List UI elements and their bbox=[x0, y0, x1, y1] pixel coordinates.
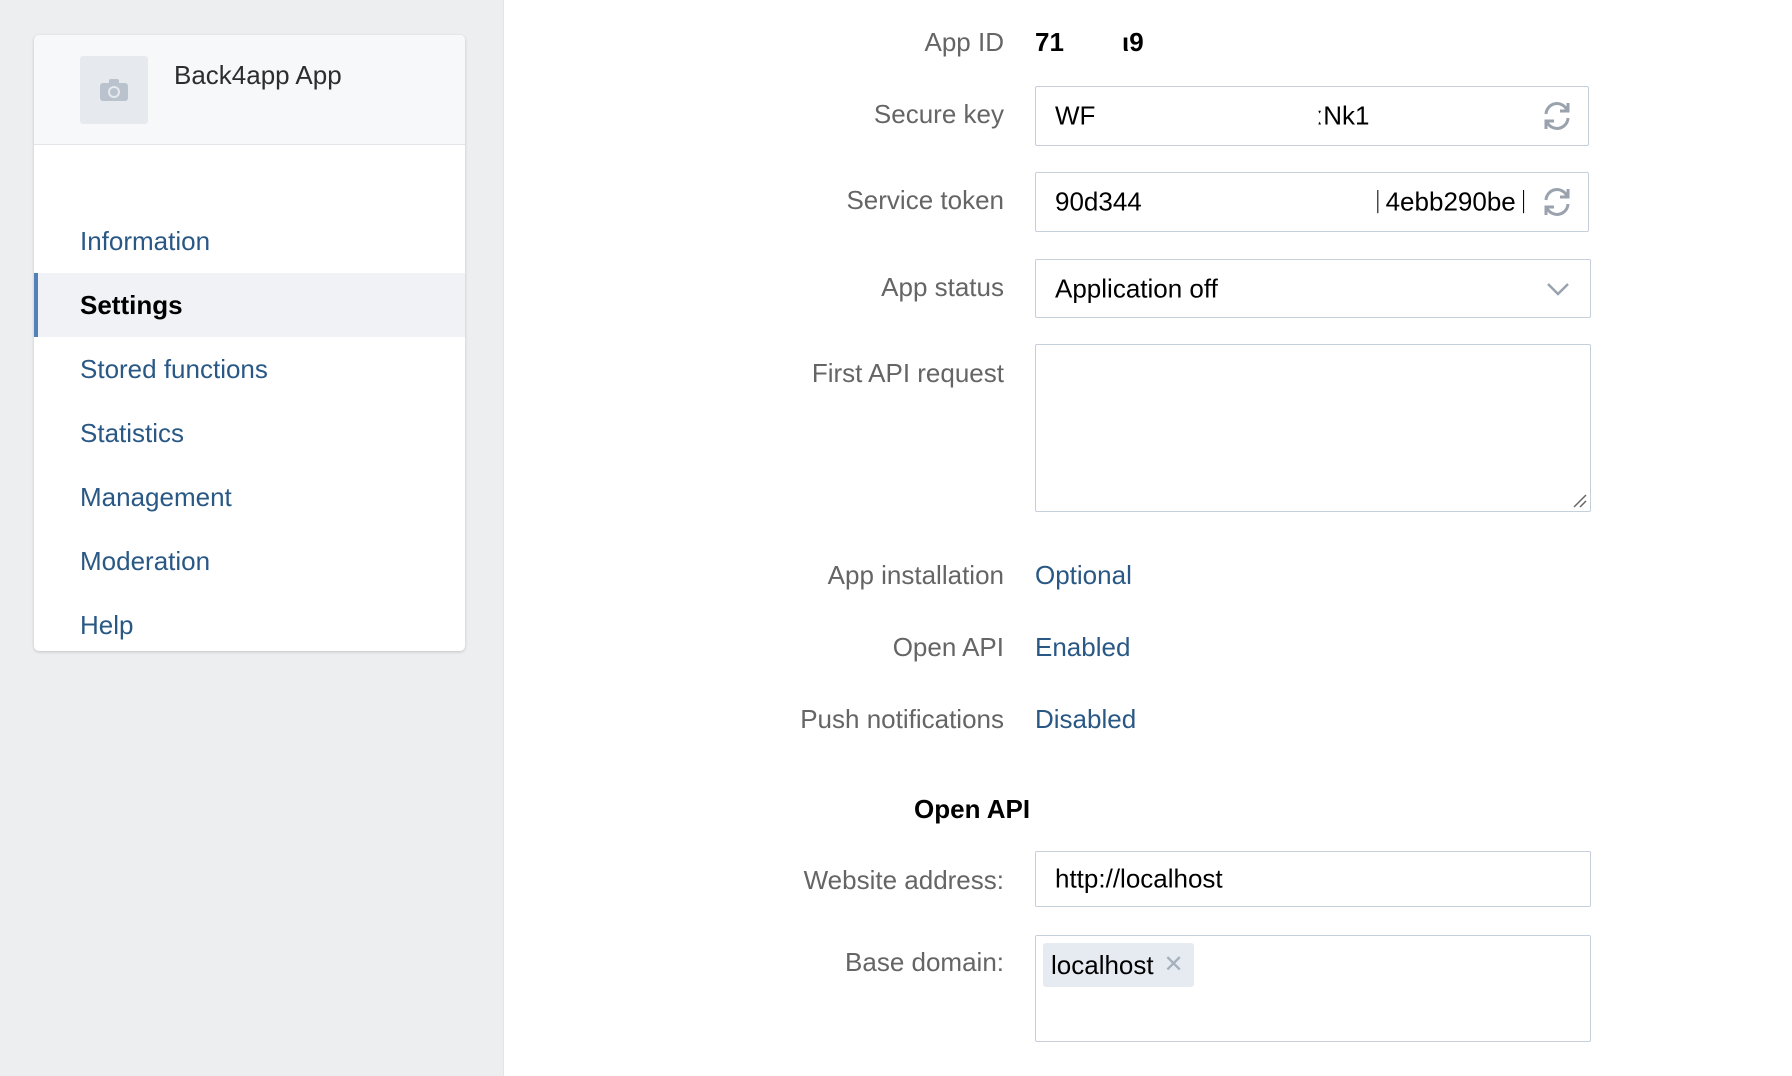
first-api-request-label: First API request bbox=[811, 358, 1004, 388]
first-api-request-textarea[interactable] bbox=[1035, 344, 1591, 512]
open-api-value[interactable]: Enabled bbox=[1035, 632, 1130, 663]
refresh-icon[interactable] bbox=[1540, 99, 1574, 133]
secure-key-field[interactable]: WF ːNk1 bbox=[1035, 86, 1589, 146]
app-header: Back4app App bbox=[34, 35, 465, 145]
base-domain-tags-input[interactable]: localhost ✕ bbox=[1035, 935, 1591, 1042]
app-id-value-start: 71 bbox=[1035, 27, 1064, 57]
nav-item-settings[interactable]: Settings bbox=[34, 273, 465, 337]
settings-panel: App ID 71 ι9 Secure key WF ːNk1 Service … bbox=[503, 0, 1792, 1076]
service-token-field[interactable]: 90d344 ᛁ4ebb290beᛁ bbox=[1035, 172, 1589, 232]
close-icon[interactable]: ✕ bbox=[1164, 943, 1184, 987]
service-token-value-end: ᛁ4ebb290beᛁ bbox=[1370, 186, 1532, 217]
nav-item-stored-functions[interactable]: Stored functions bbox=[34, 337, 465, 401]
open-api-label: Open API bbox=[892, 632, 1004, 662]
resize-handle-icon[interactable] bbox=[1571, 492, 1587, 508]
domain-tag-label: localhost bbox=[1051, 950, 1154, 980]
app-installation-value[interactable]: Optional bbox=[1035, 560, 1132, 591]
secure-key-value-end: ːNk1 bbox=[1316, 100, 1370, 131]
push-notifications-label: Push notifications bbox=[800, 704, 1004, 734]
nav-item-statistics[interactable]: Statistics bbox=[34, 401, 465, 465]
app-status-select[interactable]: Application off bbox=[1035, 259, 1591, 318]
nav-item-help[interactable]: Help bbox=[34, 593, 465, 651]
domain-tag: localhost ✕ bbox=[1043, 943, 1194, 987]
app-status-value: Application off bbox=[1055, 273, 1218, 303]
website-address-input[interactable]: http://localhost bbox=[1035, 851, 1591, 907]
settings-nav: Information Settings Stored functions St… bbox=[34, 209, 465, 651]
service-token-label: Service token bbox=[846, 185, 1004, 215]
nav-item-moderation[interactable]: Moderation bbox=[34, 529, 465, 593]
service-token-value-start: 90d344 bbox=[1055, 186, 1142, 217]
website-address-label: Website address: bbox=[803, 865, 1004, 895]
app-id-label: App ID bbox=[924, 27, 1005, 57]
app-name: Back4app App bbox=[174, 60, 342, 90]
app-avatar[interactable] bbox=[80, 56, 148, 124]
nav-item-information[interactable]: Information bbox=[34, 209, 465, 273]
open-api-section-title: Open API bbox=[914, 794, 1031, 824]
secure-key-value-start: WF bbox=[1055, 100, 1096, 131]
app-id-value-end: ι9 bbox=[1122, 27, 1144, 57]
push-notifications-value[interactable]: Disabled bbox=[1035, 704, 1136, 735]
refresh-icon[interactable] bbox=[1540, 185, 1574, 219]
app-installation-label: App installation bbox=[827, 560, 1004, 590]
camera-icon bbox=[100, 79, 128, 101]
chevron-down-icon bbox=[1547, 282, 1569, 296]
app-status-label: App status bbox=[881, 272, 1004, 302]
secure-key-label: Secure key bbox=[873, 99, 1004, 129]
app-sidebar-card: Back4app App Information Settings Stored… bbox=[34, 35, 465, 651]
base-domain-label: Base domain: bbox=[845, 947, 1004, 977]
nav-item-management[interactable]: Management bbox=[34, 465, 465, 529]
website-address-value: http://localhost bbox=[1055, 863, 1223, 894]
